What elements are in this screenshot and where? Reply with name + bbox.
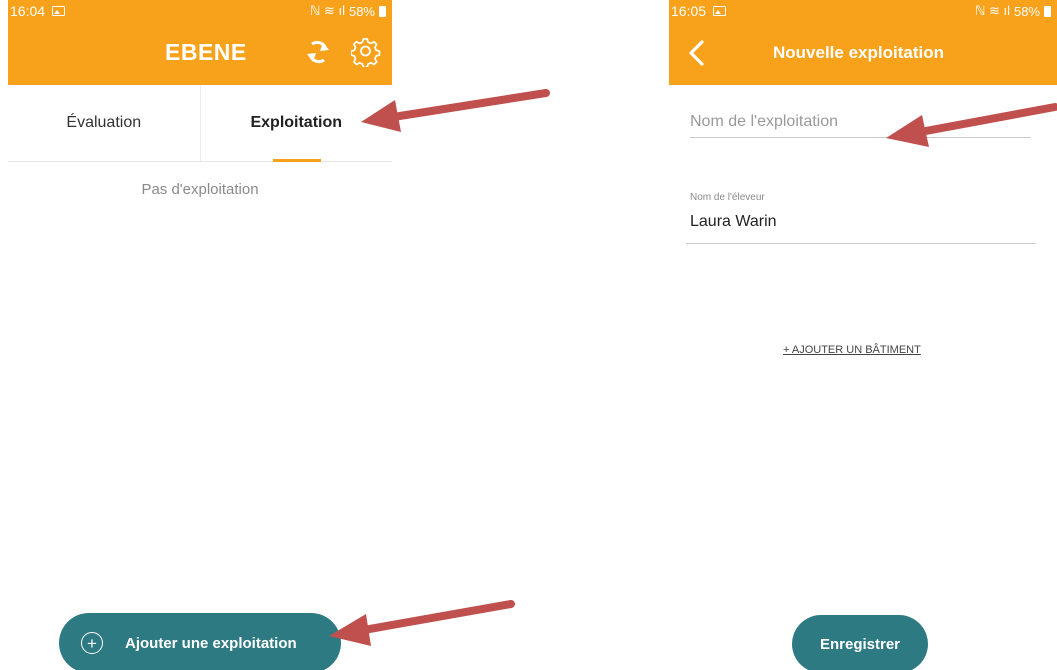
- status-time: 16:05: [671, 3, 707, 19]
- status-time: 16:04: [10, 3, 46, 19]
- save-button-label: Enregistrer: [819, 635, 901, 653]
- status-indicators: ℕ ≋ ıl 58%: [310, 3, 386, 19]
- tab-evaluation[interactable]: Évaluation: [8, 85, 200, 161]
- status-bar: 16:05 ℕ ≋ ıl 58%: [669, 0, 1057, 22]
- phone-screen-farm-list: 16:04 ℕ ≋ ıl 58% EBENE Évaluation Exploi…: [8, 0, 392, 670]
- gear-icon[interactable]: [351, 37, 381, 67]
- breeder-name-value: Laura Warin: [690, 213, 777, 230]
- battery-percent: 58%: [348, 3, 375, 19]
- annotation-arrow-farm-name: [886, 103, 1057, 147]
- empty-state-message: Pas d'exploitation: [141, 181, 259, 198]
- tab-exploitation-label: Exploitation: [250, 114, 343, 131]
- status-bar: 16:04 ℕ ≋ ıl 58%: [8, 0, 392, 22]
- field-underline: [686, 243, 1036, 244]
- active-tab-indicator: [272, 159, 321, 162]
- tab-evaluation-label: Évaluation: [66, 114, 142, 131]
- status-indicators: ℕ ≋ ıl 58%: [975, 3, 1051, 19]
- image-notification-icon: [713, 6, 727, 16]
- plus-circle-icon: +: [81, 632, 103, 654]
- signal-icon: ℕ ≋ ıl: [309, 3, 345, 18]
- breeder-name-label: Nom de l'éleveur: [690, 192, 765, 203]
- breeder-name-field[interactable]: Nom de l'éleveur Laura Warin: [686, 192, 1036, 244]
- signal-icon: ℕ ≋ ıl: [974, 3, 1010, 18]
- battery-icon: [379, 5, 386, 17]
- battery-icon: [1044, 5, 1051, 17]
- add-farm-button[interactable]: + Ajouter une exploitation: [59, 613, 341, 670]
- app-bar: Nouvelle exploitation: [669, 22, 1057, 85]
- chevron-left-icon[interactable]: [686, 38, 708, 68]
- annotation-arrow-tab: [361, 89, 550, 132]
- app-title: EBENE: [165, 39, 247, 65]
- battery-percent: 58%: [1013, 3, 1040, 19]
- app-bar: EBENE: [8, 22, 392, 85]
- annotation-arrow-fab: [329, 600, 515, 646]
- screen-title: Nouvelle exploitation: [773, 43, 944, 62]
- add-building-link[interactable]: + AJOUTER UN BÂTIMENT: [783, 344, 921, 356]
- tab-bar: Évaluation Exploitation: [8, 85, 392, 162]
- image-notification-icon: [52, 6, 66, 16]
- add-farm-label: Ajouter une exploitation: [125, 634, 297, 652]
- sync-icon[interactable]: [304, 38, 332, 66]
- save-button[interactable]: Enregistrer: [792, 615, 928, 670]
